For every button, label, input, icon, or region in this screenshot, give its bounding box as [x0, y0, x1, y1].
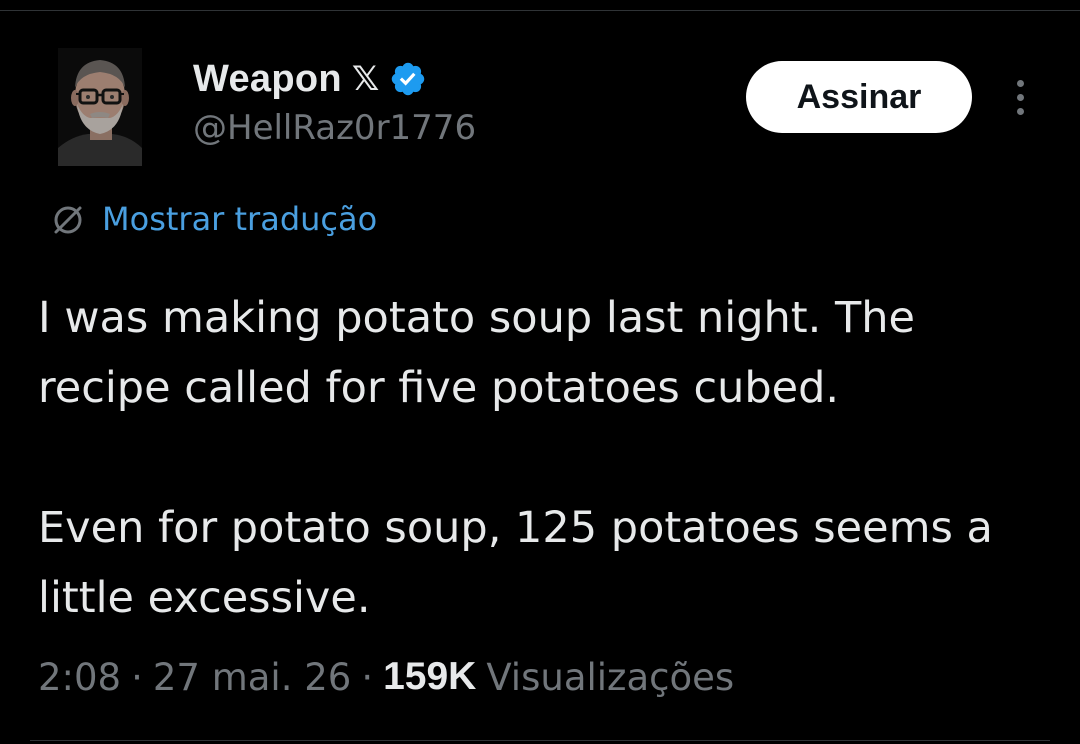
more-vertical-icon-dot: [1016, 93, 1024, 101]
verified-badge-icon: [392, 62, 425, 96]
tweet-paragraph: I was making potato soup last night. The…: [38, 293, 915, 413]
more-options-button[interactable]: [1005, 70, 1035, 124]
tweet-date[interactable]: 27 mai. 26: [153, 656, 351, 699]
more-vertical-icon-dot: [1016, 107, 1024, 115]
more-vertical-icon-dot: [1016, 79, 1024, 87]
tweet-text: I was making potato soup last night. The…: [38, 283, 1048, 633]
avatar[interactable]: [58, 48, 142, 166]
show-translation-label[interactable]: Mostrar tradução: [102, 200, 377, 238]
tweet-paragraph: Even for potato soup, 125 potatoes seems…: [38, 503, 993, 623]
views-count[interactable]: 159K: [383, 655, 476, 699]
tweet-meta: 2:08 · 27 mai. 26 · 159K Visualizações: [38, 652, 734, 702]
author-display-name[interactable]: Weapon: [193, 58, 342, 101]
views-label[interactable]: Visualizações: [486, 656, 734, 699]
author-handle[interactable]: @HellRaz0r1776: [193, 108, 476, 148]
top-divider: [0, 0, 1080, 11]
meta-separator: ·: [131, 655, 143, 699]
x-affiliate-badge-icon: 𝕏: [351, 59, 380, 99]
globe-icon: [54, 206, 82, 234]
meta-separator: ·: [361, 655, 374, 699]
avatar-image: [58, 48, 142, 166]
show-translation-link[interactable]: Mostrar tradução: [48, 196, 377, 242]
tweet-time[interactable]: 2:08: [38, 656, 121, 699]
author-name-row[interactable]: Weapon 𝕏: [193, 56, 427, 102]
subscribe-button[interactable]: Assinar: [746, 61, 972, 133]
bottom-divider: [30, 740, 1050, 741]
